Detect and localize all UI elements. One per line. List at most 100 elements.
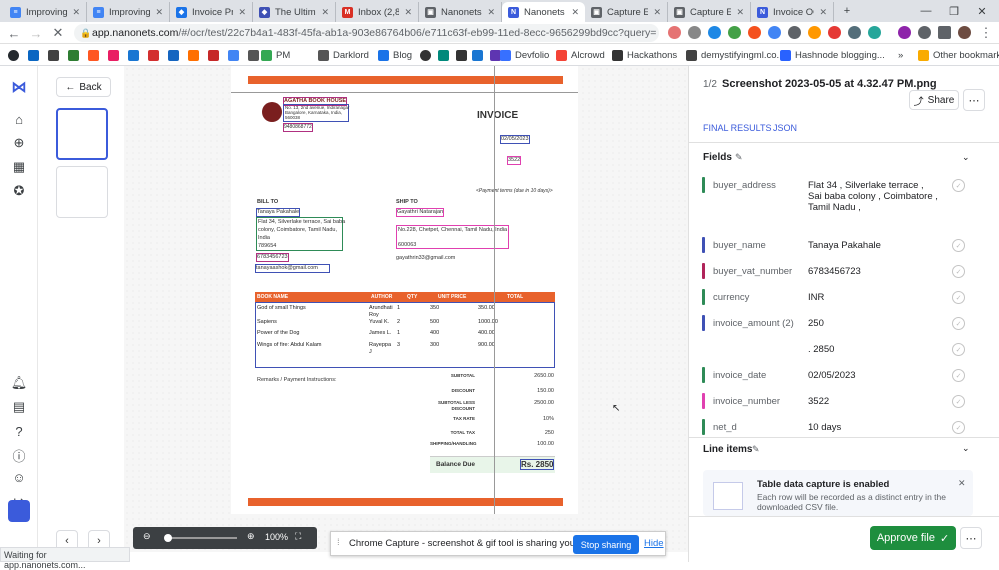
table-cell-total[interactable]: 400.00 (478, 330, 495, 336)
verify-check-icon[interactable]: ✓ (952, 179, 965, 192)
extension-icon[interactable] (708, 26, 721, 39)
summary-value[interactable]: 2500.00 (520, 400, 554, 407)
company-address-box[interactable]: No. 13, 2nd avenue, Indiranagar Bangalor… (283, 104, 350, 122)
back-arrow-icon[interactable]: ← (6, 25, 22, 41)
bookmark-darklord[interactable]: Darklord (318, 48, 369, 62)
browser-tab[interactable]: N Nanonets ✕ (502, 2, 585, 22)
field-row[interactable]: buyer_vat_number (702, 263, 809, 279)
table-cell-book[interactable]: God of small Things (257, 305, 306, 311)
field-row[interactable]: invoice_amount (2) (702, 315, 809, 331)
browser-tab[interactable]: ≡ Improving ✕ (87, 2, 170, 22)
table-cell-total[interactable]: 900.00 (478, 342, 495, 348)
zoom-out-icon[interactable]: ⊖ (143, 531, 151, 542)
close-tab-icon[interactable]: ✕ (72, 7, 80, 18)
edit-pencil-icon[interactable]: ✎ (735, 152, 743, 163)
invoice-date[interactable]: 02/05/2023 (500, 135, 530, 144)
bookmark-icon[interactable] (128, 48, 139, 62)
ship-name[interactable]: Gayathri Natarajan (396, 208, 445, 217)
extension-icon[interactable] (828, 26, 841, 39)
thumbnail-page-1[interactable] (56, 108, 108, 160)
table-cell-price[interactable]: 500 (430, 319, 439, 325)
browser-tab[interactable]: ▣ Capture Edi ✕ (668, 2, 751, 22)
extension-icon[interactable] (808, 26, 821, 39)
bookmark-icon[interactable] (188, 48, 199, 62)
browser-tab[interactable]: ▣ Nanonets' In ✕ (419, 2, 502, 22)
summary-value[interactable]: 100.00 (520, 441, 554, 448)
side-panel-icon[interactable] (938, 26, 951, 39)
forward-arrow-icon[interactable]: → (28, 25, 44, 41)
field-value[interactable]: 6783456723 (808, 266, 938, 277)
close-tab-icon[interactable]: ✕ (404, 7, 412, 18)
fullscreen-icon[interactable]: ⛶ (295, 531, 301, 542)
bookmark-icon[interactable] (208, 48, 219, 62)
bill-address-box[interactable]: Flat 34, Silverlake terrace, Sai baba co… (256, 217, 345, 251)
browser-tab[interactable]: N Invoice OCI ✕ (751, 2, 834, 22)
more-options-button[interactable]: ⋯ (963, 89, 985, 111)
table-cell-book[interactable]: Wings of fire: Abdul Kalam (257, 342, 322, 348)
table-cell-qty[interactable]: 1 (397, 305, 400, 311)
share-button[interactable]: ⤴ Share (909, 90, 959, 110)
table-cell-author[interactable]: Arundhati Roy (369, 305, 395, 319)
bookmark-icon[interactable] (228, 48, 239, 62)
verify-check-icon[interactable]: ✓ (952, 421, 965, 434)
field-value[interactable]: 250 (808, 318, 938, 329)
browser-tab[interactable]: ▣ Capture Edi ✕ (585, 2, 668, 22)
zoom-slider[interactable] (165, 537, 237, 539)
table-cell-price[interactable]: 300 (430, 342, 439, 348)
ship-address-box[interactable]: No.228, Chetpet, Chennai, Tamil Nadu, In… (396, 225, 509, 249)
close-icon[interactable]: ✕ (958, 478, 966, 489)
bookmark-demystifyingml[interactable]: demystifyingml.co... (686, 48, 784, 62)
verify-check-icon[interactable]: ✓ (952, 369, 965, 382)
thumbnail-page-2[interactable] (56, 166, 108, 218)
summary-value[interactable]: 250 (520, 430, 554, 437)
bill-name[interactable]: Tanaya Pakahale (256, 208, 301, 217)
company-phone[interactable]: 9480868772 (283, 123, 313, 132)
chevron-down-icon[interactable]: ⌄ (962, 443, 970, 454)
verify-check-icon[interactable]: ✓ (952, 291, 965, 304)
verify-check-icon[interactable]: ✓ (952, 317, 965, 330)
field-value[interactable]: 02/05/2023 (808, 370, 938, 381)
tab-final-results[interactable]: FINAL RESULTS (703, 123, 772, 133)
maximize-icon[interactable]: ❐ (940, 0, 968, 22)
zoom-slider-handle[interactable] (164, 534, 172, 542)
question-circle-icon[interactable]: ⓘ (10, 446, 28, 464)
summary-value[interactable]: 10% (520, 416, 554, 423)
url-input[interactable]: 🔒 app.nanonets.com/#/ocr/test/22c7b4a1-4… (74, 24, 659, 42)
extension-icon[interactable] (668, 26, 681, 39)
bill-email[interactable]: tanayaashok@gmail.com (255, 264, 330, 273)
bookmark-blog[interactable]: Blog (378, 48, 412, 62)
edit-pencil-icon[interactable]: ✎ (752, 444, 760, 455)
tab-json[interactable]: JSON (773, 123, 797, 133)
field-row[interactable]: currency (702, 289, 809, 305)
stop-loading-icon[interactable]: ✕ (50, 25, 66, 41)
verify-check-icon[interactable]: ✓ (952, 265, 965, 278)
bookmark-icon[interactable] (168, 48, 179, 62)
bookmark-alcrowd[interactable]: Alcrowd (556, 48, 605, 62)
table-cell-author[interactable]: Yuval K. (369, 319, 395, 326)
bookmark-pm[interactable]: PM (261, 48, 290, 62)
bookmark-icon[interactable] (68, 48, 79, 62)
hide-link[interactable]: Hide (644, 538, 664, 549)
close-tab-icon[interactable]: ✕ (321, 7, 329, 18)
verify-check-icon[interactable]: ✓ (952, 239, 965, 252)
apps-grid-icon[interactable]: ▦ (10, 158, 28, 176)
field-row[interactable]: buyer_address (702, 177, 809, 193)
minimize-icon[interactable]: — (912, 0, 940, 22)
field-row[interactable] (702, 341, 809, 357)
field-value[interactable]: . 2850 (808, 344, 938, 355)
invoice-number[interactable]: 3522 (507, 156, 522, 165)
extension-icon[interactable] (898, 26, 911, 39)
summary-value[interactable]: 2650.00 (520, 373, 554, 380)
bookmark-icon[interactable] (472, 48, 483, 62)
home-icon[interactable]: ⌂ (10, 110, 28, 128)
extension-icon[interactable] (848, 26, 861, 39)
bookmark-devfolio[interactable]: Devfolio (500, 48, 549, 62)
field-value[interactable]: Tanaya Pakahale (808, 240, 938, 251)
field-row[interactable]: invoice_date (702, 367, 809, 383)
bookmark-icon[interactable] (48, 48, 59, 62)
browser-tab[interactable]: M Inbox (2,81 ✕ (336, 2, 419, 22)
book-icon[interactable]: ▤ (10, 398, 28, 416)
bookmark-icon[interactable] (456, 48, 467, 62)
field-value[interactable]: INR (808, 292, 938, 303)
close-tab-icon[interactable]: ✕ (487, 7, 495, 18)
